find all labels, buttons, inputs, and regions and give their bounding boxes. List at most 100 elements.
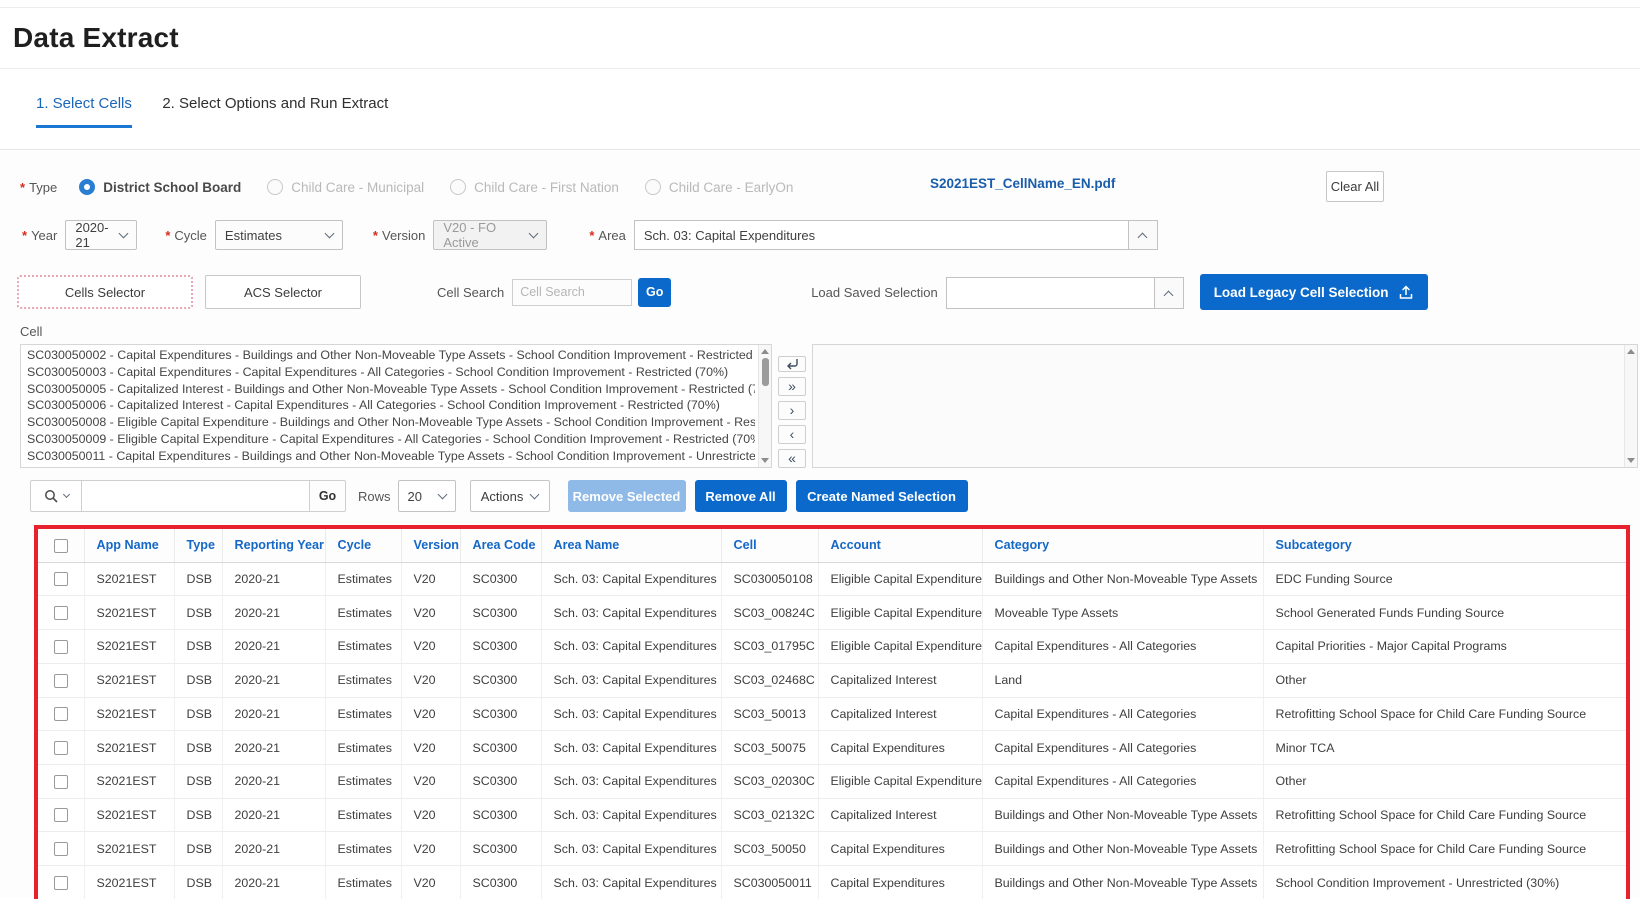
acs-selector-button[interactable]: ACS Selector (205, 275, 361, 309)
area-collapse-button[interactable] (1128, 220, 1158, 250)
column-header-version[interactable]: Version (401, 529, 460, 562)
cell-subcategory: EDC Funding Source (1263, 562, 1626, 596)
column-header-app-name[interactable]: App Name (84, 529, 174, 562)
row-checkbox[interactable] (54, 707, 68, 721)
row-checkbox[interactable] (54, 741, 68, 755)
cell-search-label: Cell Search (437, 285, 504, 300)
select-all-checkbox[interactable] (54, 539, 68, 553)
cell-list-item[interactable]: SC030050003 - Capital Expenditures - Cap… (27, 364, 755, 381)
remove-all-button[interactable]: Remove All (695, 480, 787, 512)
page-header: Data Extract (0, 8, 1640, 69)
radio-button-icon[interactable] (79, 179, 95, 195)
cell-cycle: Estimates (325, 562, 401, 596)
cells-selector-button[interactable]: Cells Selector (17, 275, 193, 309)
available-list-scrollbar[interactable] (758, 345, 771, 467)
column-header-cycle[interactable]: Cycle (325, 529, 401, 562)
type-radio-child-care-municipal[interactable]: Child Care - Municipal (267, 179, 424, 195)
cell-cycle: Estimates (325, 798, 401, 832)
move-all-left-button[interactable]: « (778, 449, 806, 468)
column-header-reporting-year[interactable]: Reporting Year (222, 529, 325, 562)
results-search-go-button[interactable]: Go (310, 480, 346, 512)
load-saved-collapse-button[interactable] (1154, 277, 1184, 309)
column-header-type[interactable]: Type (174, 529, 222, 562)
cell-search-go-button[interactable]: Go (638, 278, 671, 307)
cell-list-item[interactable]: SC030050011 - Capital Expenditures - Bui… (27, 448, 755, 465)
area-label: *Area (589, 228, 626, 243)
remove-selected-button[interactable]: Remove Selected (568, 480, 686, 512)
selected-list-scrollbar[interactable] (1624, 345, 1637, 467)
reset-icon (785, 358, 799, 370)
cell-search-input[interactable] (512, 279, 632, 306)
column-header-account[interactable]: Account (818, 529, 982, 562)
create-named-selection-button[interactable]: Create Named Selection (796, 480, 968, 512)
row-checkbox[interactable] (54, 674, 68, 688)
row-checkbox[interactable] (54, 808, 68, 822)
cellname-pdf-link[interactable]: S2021EST_CellName_EN.pdf (930, 176, 1115, 191)
load-legacy-cell-selection-button[interactable]: Load Legacy Cell Selection (1200, 274, 1428, 310)
results-search-input[interactable] (82, 480, 310, 512)
cell-area-code: SC0300 (460, 731, 541, 765)
cell-cycle: Estimates (325, 866, 401, 899)
radio-button-icon[interactable] (645, 179, 661, 195)
scroll-down-icon[interactable] (761, 458, 769, 463)
rows-select[interactable]: 20 (398, 480, 456, 512)
type-radio-child-care-first-nation[interactable]: Child Care - First Nation (450, 179, 619, 195)
row-select-cell (38, 798, 84, 832)
row-checkbox[interactable] (54, 842, 68, 856)
cell-cycle: Estimates (325, 832, 401, 866)
cell-version: V20 (401, 663, 460, 697)
cell-subcategory: Retrofitting School Space for Child Care… (1263, 798, 1626, 832)
move-left-button[interactable]: ‹ (778, 425, 806, 444)
cell-list-item[interactable]: SC030050005 - Capitalized Interest - Bui… (27, 381, 755, 398)
year-select[interactable]: 2020-21 (65, 220, 137, 250)
radio-button-icon[interactable] (267, 179, 283, 195)
cell-subcategory: Retrofitting School Space for Child Care… (1263, 832, 1626, 866)
column-header-subcategory[interactable]: Subcategory (1263, 529, 1626, 562)
top-divider (0, 0, 1640, 8)
cell-account: Capitalized Interest (818, 697, 982, 731)
cell-list-item[interactable]: SC030050002 - Capital Expenditures - Bui… (27, 347, 755, 364)
radio-button-icon[interactable] (450, 179, 466, 195)
column-header-category[interactable]: Category (982, 529, 1263, 562)
scroll-down-icon[interactable] (1627, 458, 1635, 463)
search-options-button[interactable] (30, 480, 82, 512)
cell-reporting-year: 2020-21 (222, 596, 325, 630)
cell-list-item[interactable]: SC030050008 - Eligible Capital Expenditu… (27, 414, 755, 431)
results-header-row: App NameTypeReporting YearCycleVersionAr… (38, 529, 1626, 562)
row-checkbox[interactable] (54, 572, 68, 586)
cell-category: Land (982, 663, 1263, 697)
row-checkbox[interactable] (54, 606, 68, 620)
area-input[interactable] (634, 220, 1128, 250)
column-header-cell[interactable]: Cell (721, 529, 818, 562)
cell-account: Eligible Capital Expenditure (818, 764, 982, 798)
move-all-right-button[interactable]: » (778, 377, 806, 396)
load-saved-selection-input[interactable] (946, 277, 1154, 309)
cell-available-list[interactable]: SC030050002 - Capital Expenditures - Bui… (20, 344, 772, 468)
clear-all-button[interactable]: Clear All (1326, 171, 1384, 202)
type-radio-child-care-earlyon[interactable]: Child Care - EarlyOn (645, 179, 794, 195)
table-row: S2021ESTDSB2020-21EstimatesV20SC0300Sch.… (38, 596, 1626, 630)
column-header-area-name[interactable]: Area Name (541, 529, 721, 562)
row-checkbox[interactable] (54, 640, 68, 654)
shuttle-reset-button[interactable] (778, 356, 806, 372)
cycle-select[interactable]: Estimates (215, 220, 343, 250)
cell-cell: SC03_50050 (721, 832, 818, 866)
row-checkbox[interactable] (54, 876, 68, 890)
move-right-button[interactable]: › (778, 401, 806, 420)
cell-selected-list[interactable] (812, 344, 1638, 468)
results-table: App NameTypeReporting YearCycleVersionAr… (38, 529, 1626, 899)
scroll-up-icon[interactable] (761, 349, 769, 354)
cell-list-item[interactable]: SC030050006 - Capitalized Interest - Cap… (27, 397, 755, 414)
tab-select-options-run-extract[interactable]: 2. Select Options and Run Extract (162, 95, 388, 125)
type-radio-district-school-board[interactable]: District School Board (79, 179, 241, 195)
cell-area-name: Sch. 03: Capital Expenditures (541, 663, 721, 697)
scrollbar-thumb[interactable] (762, 358, 769, 386)
tab-select-cells[interactable]: 1. Select Cells (36, 95, 132, 128)
actions-menu-button[interactable]: Actions (470, 480, 550, 512)
version-select[interactable]: V20 - FO Active (433, 220, 547, 250)
scroll-up-icon[interactable] (1627, 349, 1635, 354)
row-checkbox[interactable] (54, 775, 68, 789)
cell-list-item[interactable]: SC030050009 - Eligible Capital Expenditu… (27, 431, 755, 448)
column-header-area-code[interactable]: Area Code (460, 529, 541, 562)
row-select-cell (38, 731, 84, 765)
